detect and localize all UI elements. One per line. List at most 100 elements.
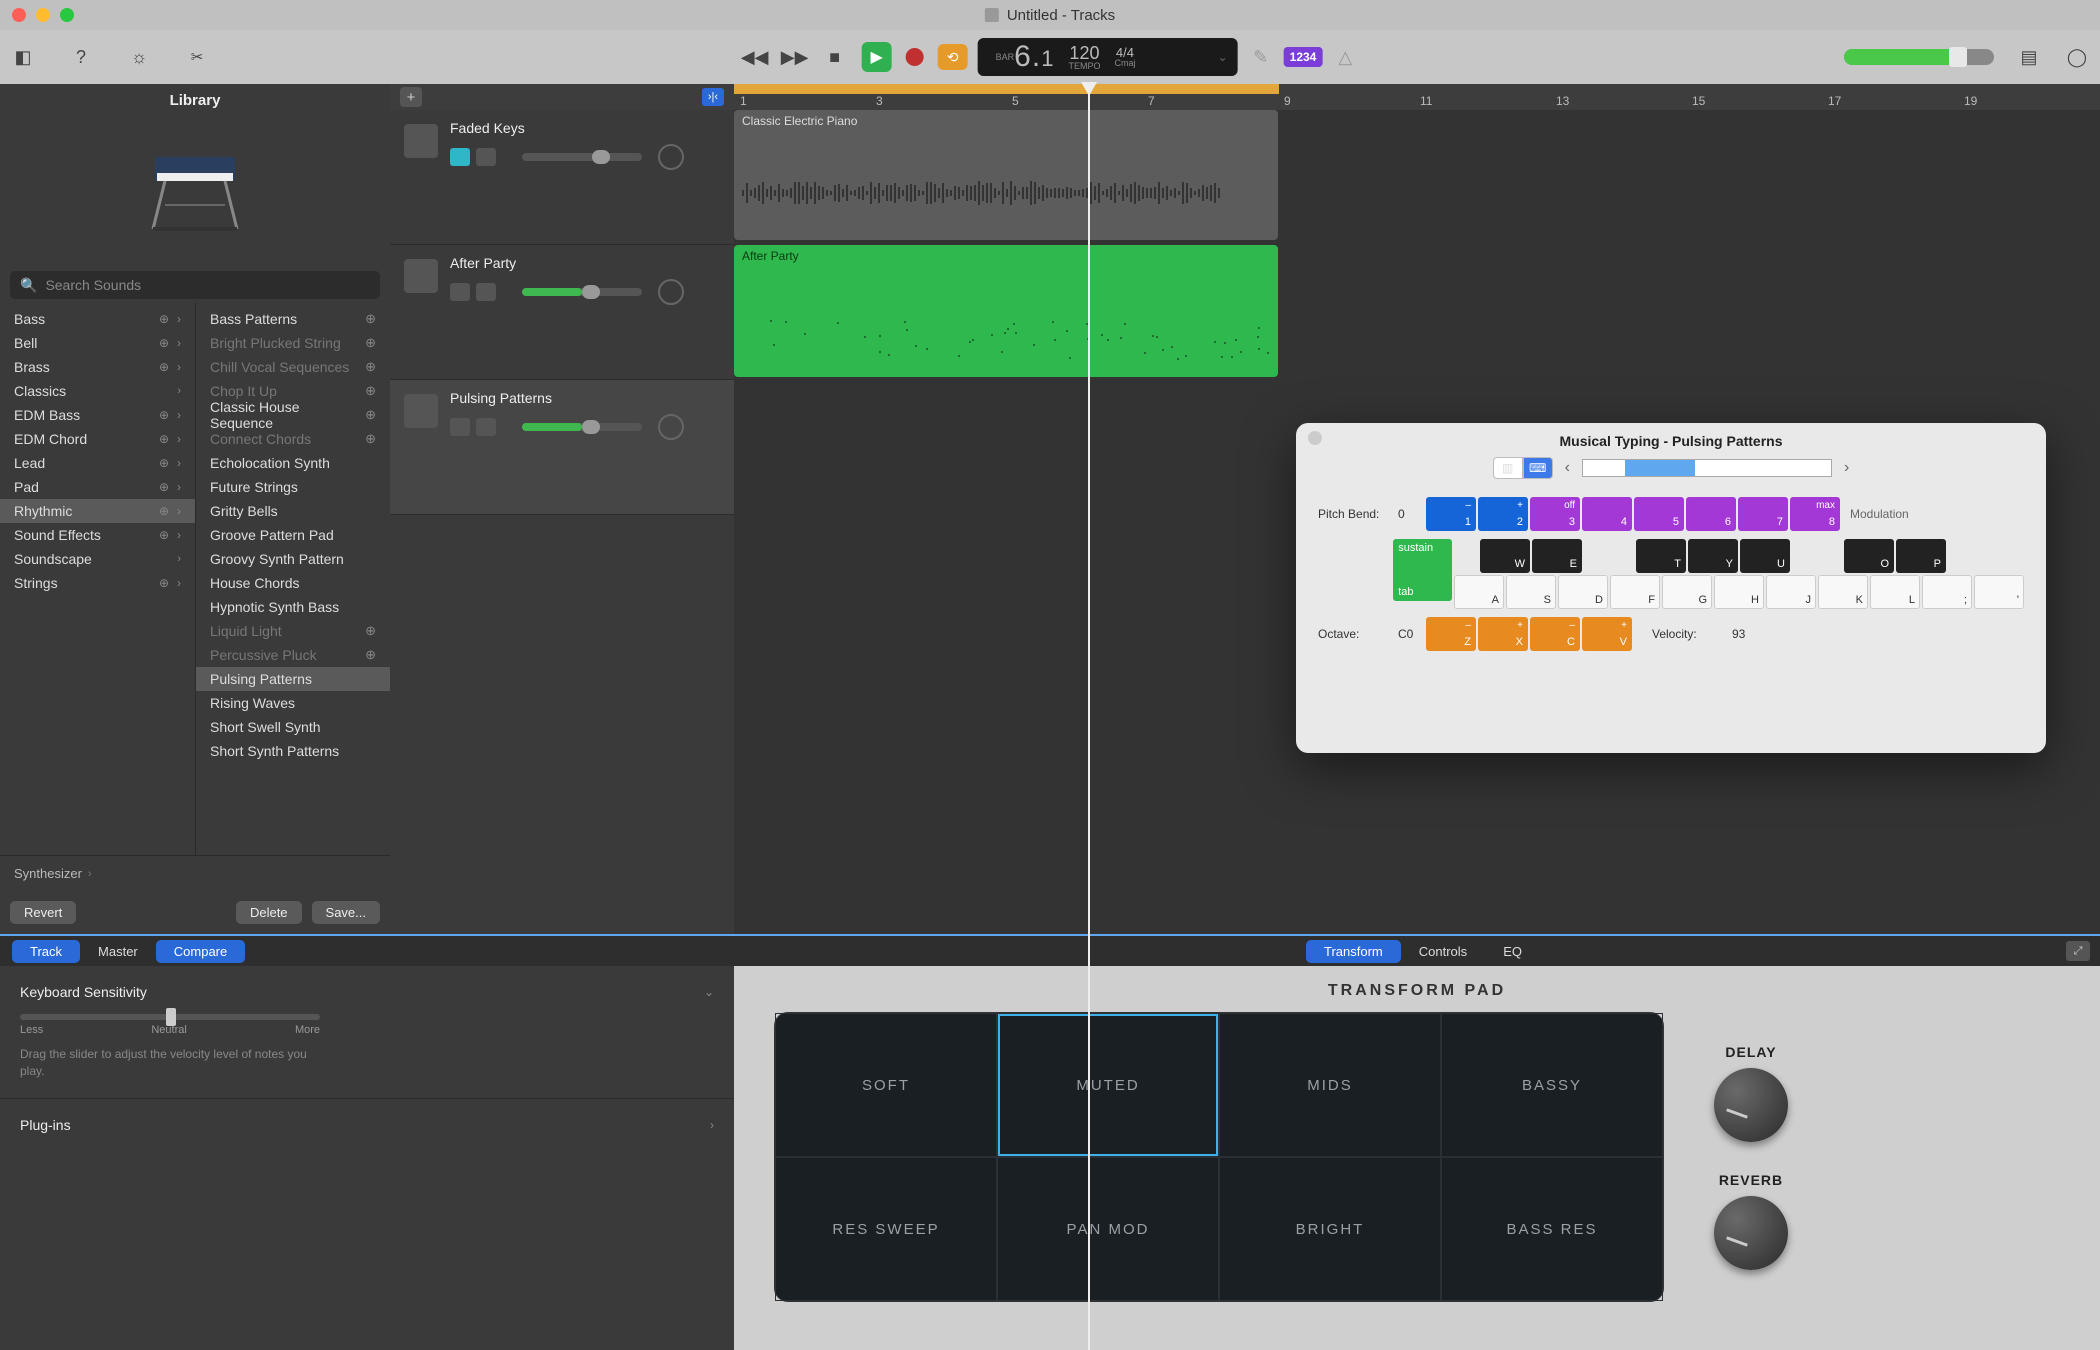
lib-item[interactable]: Classics› bbox=[0, 379, 195, 403]
add-track-button[interactable]: + bbox=[400, 87, 422, 107]
transform-cell[interactable]: MIDS bbox=[1219, 1013, 1441, 1157]
typing-key[interactable]: W bbox=[1480, 539, 1530, 573]
smart-tab[interactable]: Track bbox=[12, 940, 80, 963]
expand-icon[interactable]: ⤢ bbox=[2066, 941, 2090, 961]
scissors-icon[interactable]: ✂ bbox=[184, 44, 210, 70]
item-actions[interactable]: ⊕› bbox=[159, 528, 181, 542]
typing-key[interactable]: Y bbox=[1688, 539, 1738, 573]
lib-item[interactable]: Brass⊕› bbox=[0, 355, 195, 379]
transform-cell[interactable]: RES SWEEP bbox=[775, 1157, 997, 1301]
typing-key[interactable]: ; bbox=[1922, 575, 1972, 609]
track-header[interactable]: Faded Keys bbox=[390, 110, 734, 245]
transform-cell[interactable]: BRIGHT bbox=[1219, 1157, 1441, 1301]
sustain-key[interactable]: sustain tab bbox=[1393, 539, 1452, 601]
instrument-icon[interactable] bbox=[404, 394, 438, 428]
sensitivity-heading[interactable]: Keyboard Sensitivity ⌄ bbox=[20, 984, 714, 1000]
mute-button[interactable] bbox=[450, 418, 470, 436]
delay-knob[interactable] bbox=[1714, 1068, 1788, 1142]
master-volume-slider[interactable] bbox=[1844, 49, 1994, 65]
save-button[interactable]: Save... bbox=[312, 901, 380, 924]
typing-key[interactable]: H bbox=[1714, 575, 1764, 609]
record-button[interactable] bbox=[906, 48, 924, 66]
item-actions[interactable]: ⊕› bbox=[159, 408, 181, 422]
typing-key[interactable]: –C bbox=[1530, 617, 1580, 651]
item-actions[interactable]: ⊕› bbox=[159, 432, 181, 446]
volume-slider[interactable] bbox=[522, 288, 642, 296]
headphones-button[interactable] bbox=[476, 283, 496, 301]
headphones-button[interactable] bbox=[476, 148, 496, 166]
chevron-right-icon[interactable]: › bbox=[1844, 459, 1849, 477]
search-input[interactable]: 🔍 Search Sounds bbox=[10, 271, 380, 299]
cycle-button[interactable]: ⟲ bbox=[938, 44, 968, 70]
download-icon[interactable]: ⊕ bbox=[365, 647, 376, 663]
typing-key[interactable]: 6 bbox=[1686, 497, 1736, 531]
pan-knob[interactable] bbox=[658, 279, 684, 305]
typing-key[interactable]: G bbox=[1662, 575, 1712, 609]
library-button[interactable]: ◧ bbox=[10, 44, 36, 70]
revert-button[interactable]: Revert bbox=[10, 901, 76, 924]
lib-item[interactable]: Rhythmic⊕› bbox=[0, 499, 195, 523]
typing-key[interactable]: 5 bbox=[1634, 497, 1684, 531]
item-actions[interactable]: ⊕› bbox=[159, 480, 181, 494]
lib-item[interactable]: Groovy Synth Pattern bbox=[196, 547, 390, 571]
keyboard-view-toggle[interactable]: ▥ ⌨ bbox=[1493, 457, 1553, 479]
lib-item[interactable]: House Chords bbox=[196, 571, 390, 595]
lcd-dropdown-icon[interactable]: ⌄ bbox=[1218, 50, 1228, 64]
instrument-icon[interactable] bbox=[404, 124, 438, 158]
typing-key[interactable]: L bbox=[1870, 575, 1920, 609]
cycle-region[interactable] bbox=[734, 84, 1279, 94]
download-icon[interactable]: ⊕ bbox=[365, 623, 376, 639]
count-in-badge[interactable]: 1234 bbox=[1284, 47, 1323, 67]
mute-button[interactable] bbox=[450, 283, 470, 301]
reverb-knob[interactable] bbox=[1714, 1196, 1788, 1270]
lib-item[interactable]: Bass Patterns⊕ bbox=[196, 307, 390, 331]
lib-item[interactable]: Chill Vocal Sequences⊕ bbox=[196, 355, 390, 379]
lib-item[interactable]: Liquid Light⊕ bbox=[196, 619, 390, 643]
smart-tab[interactable]: Master bbox=[80, 940, 156, 963]
typing-key[interactable]: 4 bbox=[1582, 497, 1632, 531]
download-icon[interactable]: ⊕ bbox=[365, 431, 376, 447]
headphones-button[interactable] bbox=[476, 418, 496, 436]
typing-key[interactable]: max8 bbox=[1790, 497, 1840, 531]
item-actions[interactable]: ⊕› bbox=[159, 576, 181, 590]
smart-tab[interactable]: Transform bbox=[1306, 940, 1401, 963]
typing-key[interactable]: +2 bbox=[1478, 497, 1528, 531]
typing-key[interactable]: O bbox=[1844, 539, 1894, 573]
track-header[interactable]: After Party bbox=[390, 245, 734, 380]
lib-item[interactable]: Lead⊕› bbox=[0, 451, 195, 475]
typing-key[interactable]: off3 bbox=[1530, 497, 1580, 531]
lib-item[interactable]: Classic House Sequence⊕ bbox=[196, 403, 390, 427]
lib-item[interactable]: Strings⊕› bbox=[0, 571, 195, 595]
typing-key[interactable]: –Z bbox=[1426, 617, 1476, 651]
typing-key[interactable]: +V bbox=[1582, 617, 1632, 651]
lib-item[interactable]: Pad⊕› bbox=[0, 475, 195, 499]
item-actions[interactable]: ⊕› bbox=[159, 504, 181, 518]
stop-button[interactable]: ■ bbox=[822, 44, 848, 70]
lib-item[interactable]: Short Synth Patterns bbox=[196, 739, 390, 763]
rewind-button[interactable]: ◀◀ bbox=[742, 44, 768, 70]
smart-tab[interactable]: Compare bbox=[156, 940, 245, 963]
sensitivity-slider[interactable] bbox=[20, 1014, 320, 1020]
item-actions[interactable]: ⊕› bbox=[159, 360, 181, 374]
typing-key[interactable]: T bbox=[1636, 539, 1686, 573]
download-icon[interactable]: ⊕ bbox=[365, 407, 376, 423]
item-actions[interactable]: ⊕› bbox=[159, 312, 181, 326]
transform-cell[interactable]: BASS RES bbox=[1441, 1157, 1663, 1301]
lib-item[interactable]: Short Swell Synth bbox=[196, 715, 390, 739]
metronome-icon[interactable]: △ bbox=[1332, 44, 1358, 70]
typing-key[interactable]: 7 bbox=[1738, 497, 1788, 531]
help-button[interactable]: ? bbox=[68, 44, 94, 70]
playhead[interactable] bbox=[1088, 84, 1090, 1350]
piano-view-icon[interactable]: ▥ bbox=[1493, 457, 1523, 479]
lib-item[interactable]: Rising Waves bbox=[196, 691, 390, 715]
download-icon[interactable]: ⊕ bbox=[365, 335, 376, 351]
timeline-ruler[interactable]: 135791113151719 bbox=[734, 84, 2100, 110]
lib-item[interactable]: Pulsing Patterns bbox=[196, 667, 390, 691]
snap-button[interactable]: ›|‹ bbox=[702, 88, 724, 106]
item-actions[interactable]: ⊕› bbox=[159, 456, 181, 470]
typing-key[interactable]: D bbox=[1558, 575, 1608, 609]
smart-tab[interactable]: Controls bbox=[1401, 940, 1485, 963]
chevron-left-icon[interactable]: ‹ bbox=[1565, 459, 1570, 477]
forward-button[interactable]: ▶▶ bbox=[782, 44, 808, 70]
pan-knob[interactable] bbox=[658, 144, 684, 170]
